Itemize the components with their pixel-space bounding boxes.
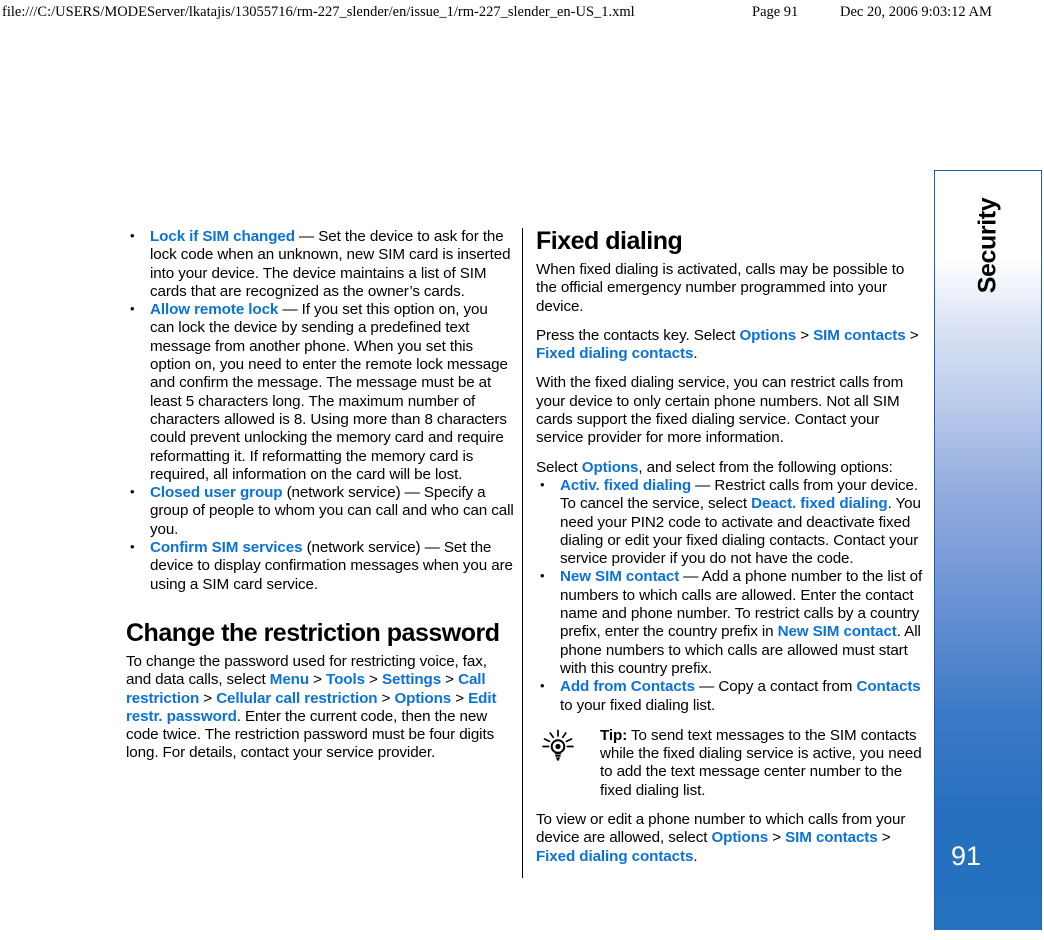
path-step-options: Options xyxy=(711,829,769,847)
left-column: Lock if SIM changed — Set the device to … xyxy=(126,227,514,774)
em-dash: — xyxy=(691,476,715,494)
path-step-fixed-dialing-contacts: Fixed dialing contacts xyxy=(536,345,694,363)
option-inline-link: New SIM contact xyxy=(777,623,897,641)
option-inline-link: Contacts xyxy=(856,678,921,696)
option-paren: (network service) xyxy=(282,484,401,502)
path-step-tools: Tools xyxy=(326,671,365,689)
list-item: Closed user group (network service) — Sp… xyxy=(126,483,514,539)
heading-change-restriction-password: Change the restriction password xyxy=(126,618,500,647)
tip-block: Tip: To send text messages to the SIM co… xyxy=(536,727,924,800)
para-post: , and select from the following options: xyxy=(638,458,893,476)
path-separator: > xyxy=(768,829,786,847)
lightbulb-icon xyxy=(538,729,578,763)
right-column: Fixed dialing When fixed dialing is acti… xyxy=(536,228,924,877)
em-dash: — xyxy=(679,568,702,586)
list-item: Activ. fixed dialing — Restrict calls fr… xyxy=(536,476,924,568)
page-number: 91 xyxy=(951,841,982,871)
path-separator: > xyxy=(441,671,459,689)
path-separator: > xyxy=(364,671,382,689)
tip-label: Tip: xyxy=(600,726,628,744)
option-body-2: to your fixed dialing list. xyxy=(560,696,716,714)
path-separator: > xyxy=(796,326,814,344)
path-step-fixed-dialing-contacts: Fixed dialing contacts xyxy=(536,847,694,865)
chapter-side-tab: Security 91 xyxy=(934,170,1042,930)
path-separator: > xyxy=(377,689,395,707)
option-term: Closed user group xyxy=(150,484,283,502)
path-step-cellular-call-restriction: Cellular call restriction xyxy=(216,689,378,707)
para-pre: Select xyxy=(536,458,582,476)
path-separator: > xyxy=(309,671,327,689)
paragraph-fixed-dialing-intro: When fixed dialing is activated, calls m… xyxy=(536,261,905,315)
paragraph-change-restriction-password: To change the password used for restrict… xyxy=(126,653,514,763)
path-step-menu: Menu xyxy=(269,671,310,689)
em-dash: — xyxy=(695,678,719,696)
column-divider xyxy=(522,228,523,878)
option-term: Lock if SIM changed xyxy=(150,228,295,245)
fixed-dialing-options-list: Activ. fixed dialing — Restrict calls fr… xyxy=(536,476,924,715)
para-post: . xyxy=(693,345,698,363)
option-term: Add from Contacts xyxy=(560,678,695,696)
link-options: Options xyxy=(581,458,639,476)
path-step-options: Options xyxy=(739,326,797,344)
list-item: New SIM contact — Add a phone number to … xyxy=(536,567,924,678)
list-item: Allow remote lock — If you set this opti… xyxy=(126,300,514,484)
paragraph-open-fixed-dialing-contacts: Press the contacts key. Select Options >… xyxy=(536,327,924,364)
path-separator: > xyxy=(877,829,891,847)
path-step-sim-contacts: SIM contacts xyxy=(813,326,906,344)
path-step-options: Options xyxy=(394,689,452,707)
em-dash: — xyxy=(278,301,302,319)
list-item: Add from Contacts — Copy a contact from … xyxy=(536,677,924,715)
manual-page: Lock if SIM changed — Set the device to … xyxy=(0,0,1044,940)
em-dash: — xyxy=(400,484,424,502)
option-term: New SIM contact xyxy=(560,568,680,586)
paragraph-select-options: Select Options, and select from the foll… xyxy=(536,459,924,477)
chapter-label: Security xyxy=(973,197,1002,294)
para-post: . xyxy=(693,847,698,865)
option-term: Activ. fixed dialing xyxy=(560,476,692,494)
em-dash: — xyxy=(420,539,444,557)
path-separator: > xyxy=(199,689,217,707)
path-step-sim-contacts: SIM contacts xyxy=(785,829,878,847)
option-body: If you set this option on, you can lock … xyxy=(150,301,508,483)
em-dash: — xyxy=(294,228,319,245)
path-step-settings: Settings xyxy=(381,671,442,689)
option-inline-link: Deact. fixed dialing xyxy=(751,495,888,513)
option-body-1: Copy a contact from xyxy=(718,678,857,696)
paragraph-view-edit-number: To view or edit a phone number to which … xyxy=(536,811,924,866)
list-item: Lock if SIM changed — Set the device to … xyxy=(126,227,514,301)
heading-fixed-dialing: Fixed dialing xyxy=(536,227,683,255)
option-term: Confirm SIM services xyxy=(150,539,303,557)
option-term: Allow remote lock xyxy=(150,301,279,319)
security-options-list: Lock if SIM changed — Set the device to … xyxy=(126,227,514,594)
tip-text: To send text messages to the SIM contact… xyxy=(600,726,922,799)
list-item: Confirm SIM services (network service) —… xyxy=(126,538,514,594)
path-separator: > xyxy=(905,326,919,344)
option-paren: (network service) xyxy=(302,539,421,557)
path-separator: > xyxy=(451,689,469,707)
paragraph-fixed-dialing-service: With the fixed dialing service, you can … xyxy=(536,374,904,447)
para-pre: Press the contacts key. Select xyxy=(536,326,740,344)
